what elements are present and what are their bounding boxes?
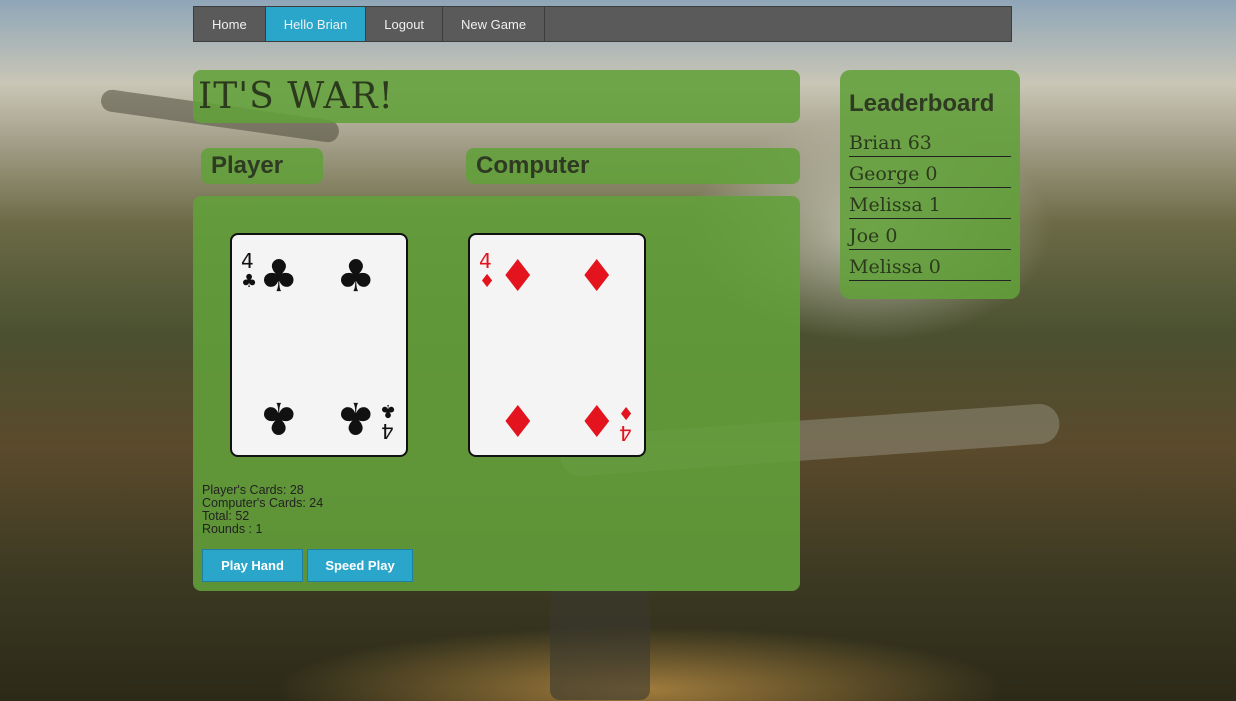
club-icon: ♣ — [380, 400, 397, 421]
leaderboard-row: Brian 63 — [849, 126, 1011, 157]
computer-label: Computer — [476, 152, 590, 179]
game-stats: Player's Cards: 28 Computer's Cards: 24 … — [202, 484, 323, 536]
speed-play-button[interactable]: Speed Play — [307, 549, 413, 582]
leaderboard-name: Brian — [849, 132, 902, 154]
top-navbar: Home Hello Brian Logout New Game — [193, 6, 1012, 42]
club-icon: ♣ — [336, 251, 376, 302]
leaderboard-row: Melissa 1 — [849, 188, 1011, 219]
diamond-icon: ♦ — [577, 394, 617, 445]
computer-label-panel: Computer — [466, 148, 800, 184]
diamond-icon: ♦ — [498, 394, 538, 445]
leaderboard-score: 1 — [928, 194, 941, 216]
leaderboard-panel: Leaderboard Brian 63 George 0 Melissa 1 … — [840, 70, 1020, 299]
leaderboard-name: Melissa — [849, 256, 923, 278]
leaderboard-score: 0 — [885, 225, 898, 247]
leaderboard-row: Joe 0 — [849, 219, 1011, 250]
player-label-panel: Player — [201, 148, 323, 184]
card-rank-top: 4 — [241, 249, 254, 273]
leaderboard-title: Leaderboard — [849, 90, 995, 117]
play-hand-button[interactable]: Play Hand — [202, 549, 303, 582]
diamond-icon: ♦ — [618, 402, 635, 423]
leaderboard-name: George — [849, 163, 920, 185]
leaderboard-score: 63 — [907, 132, 932, 154]
card-rank-bottom: 4 — [381, 419, 394, 443]
diamond-icon: ♦ — [498, 251, 538, 302]
leaderboard-name: Joe — [849, 225, 880, 247]
club-icon: ♣ — [336, 392, 376, 443]
club-icon: ♣ — [259, 251, 299, 302]
club-icon: ♣ — [259, 392, 299, 443]
card-rank-bottom: 4 — [619, 421, 632, 445]
nav-hello-user[interactable]: Hello Brian — [265, 7, 367, 41]
title-panel: IT'S WAR! — [193, 70, 800, 123]
leaderboard-name: Melissa — [849, 194, 923, 216]
nav-home[interactable]: Home — [194, 7, 266, 41]
leaderboard-score: 0 — [928, 256, 941, 278]
leaderboard-list: Brian 63 George 0 Melissa 1 Joe 0 Meliss… — [849, 126, 1011, 281]
diamond-icon: ♦ — [479, 271, 496, 292]
player-label: Player — [211, 152, 284, 179]
leaderboard-row: Melissa 0 — [849, 250, 1011, 281]
rounds-count: Rounds : 1 — [202, 522, 263, 536]
nav-new-game[interactable]: New Game — [443, 7, 546, 41]
player-card: 4 ♣ ♣ ♣ ♣ ♣ ♣ 4 — [230, 233, 408, 457]
card-rank-top: 4 — [479, 249, 492, 273]
computer-card: 4 ♦ ♦ ♦ ♦ ♦ ♦ 4 — [468, 233, 646, 457]
leaderboard-score: 0 — [925, 163, 938, 185]
page-title: IT'S WAR! — [198, 76, 395, 117]
diamond-icon: ♦ — [577, 251, 617, 302]
club-icon: ♣ — [241, 271, 258, 292]
leaderboard-row: George 0 — [849, 157, 1011, 188]
nav-logout[interactable]: Logout — [366, 7, 444, 41]
